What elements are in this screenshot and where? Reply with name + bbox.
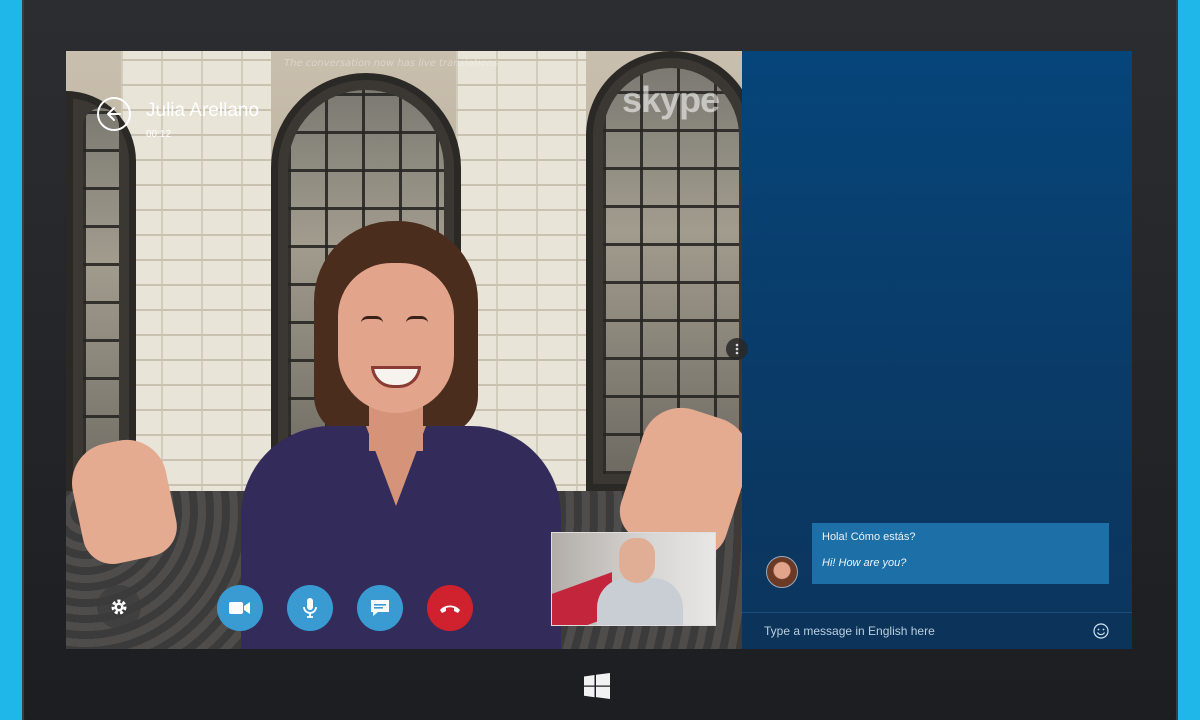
message-original: Hola! Cómo estás?: [822, 531, 916, 543]
message-bubble: Hola! Cómo estás? Hi! How are you?: [812, 523, 1109, 584]
arrow-left-icon: [107, 107, 121, 121]
more-vertical-icon: [735, 343, 739, 355]
remote-participant: [221, 221, 581, 649]
video-toggle-button[interactable]: [217, 585, 263, 631]
caption-text: The conversation now has live translatio…: [284, 58, 499, 69]
gear-icon: [111, 599, 127, 615]
smiley-icon: [1093, 623, 1109, 639]
windows-key[interactable]: [584, 673, 610, 699]
chat-panel: Hola! Cómo estás? Hi! How are you?: [742, 51, 1132, 649]
chat-toggle-button[interactable]: [357, 585, 403, 631]
back-button[interactable]: [97, 97, 131, 131]
message-input[interactable]: [764, 624, 1092, 638]
chat-bubble-icon: [371, 600, 389, 616]
self-view-video[interactable]: [551, 532, 716, 626]
remote-video: The conversation now has live translatio…: [66, 51, 742, 649]
settings-button[interactable]: [97, 585, 141, 629]
video-camera-icon: [229, 602, 250, 614]
emoji-button[interactable]: [1092, 622, 1110, 640]
call-duration: 00:12: [146, 129, 172, 140]
microphone-icon: [303, 598, 317, 618]
screen: The conversation now has live translatio…: [66, 51, 1132, 649]
hang-up-icon: [440, 605, 460, 613]
pane-resize-handle[interactable]: [726, 338, 748, 360]
windows-logo-icon: [584, 673, 610, 699]
message-translation: Hi! How are you?: [822, 557, 907, 569]
skype-watermark: skype: [622, 79, 720, 120]
avatar: [766, 556, 798, 588]
end-call-button[interactable]: [427, 585, 473, 631]
mic-toggle-button[interactable]: [287, 585, 333, 631]
message-composer: [742, 612, 1132, 649]
contact-name: Julia Arellano: [146, 100, 260, 121]
